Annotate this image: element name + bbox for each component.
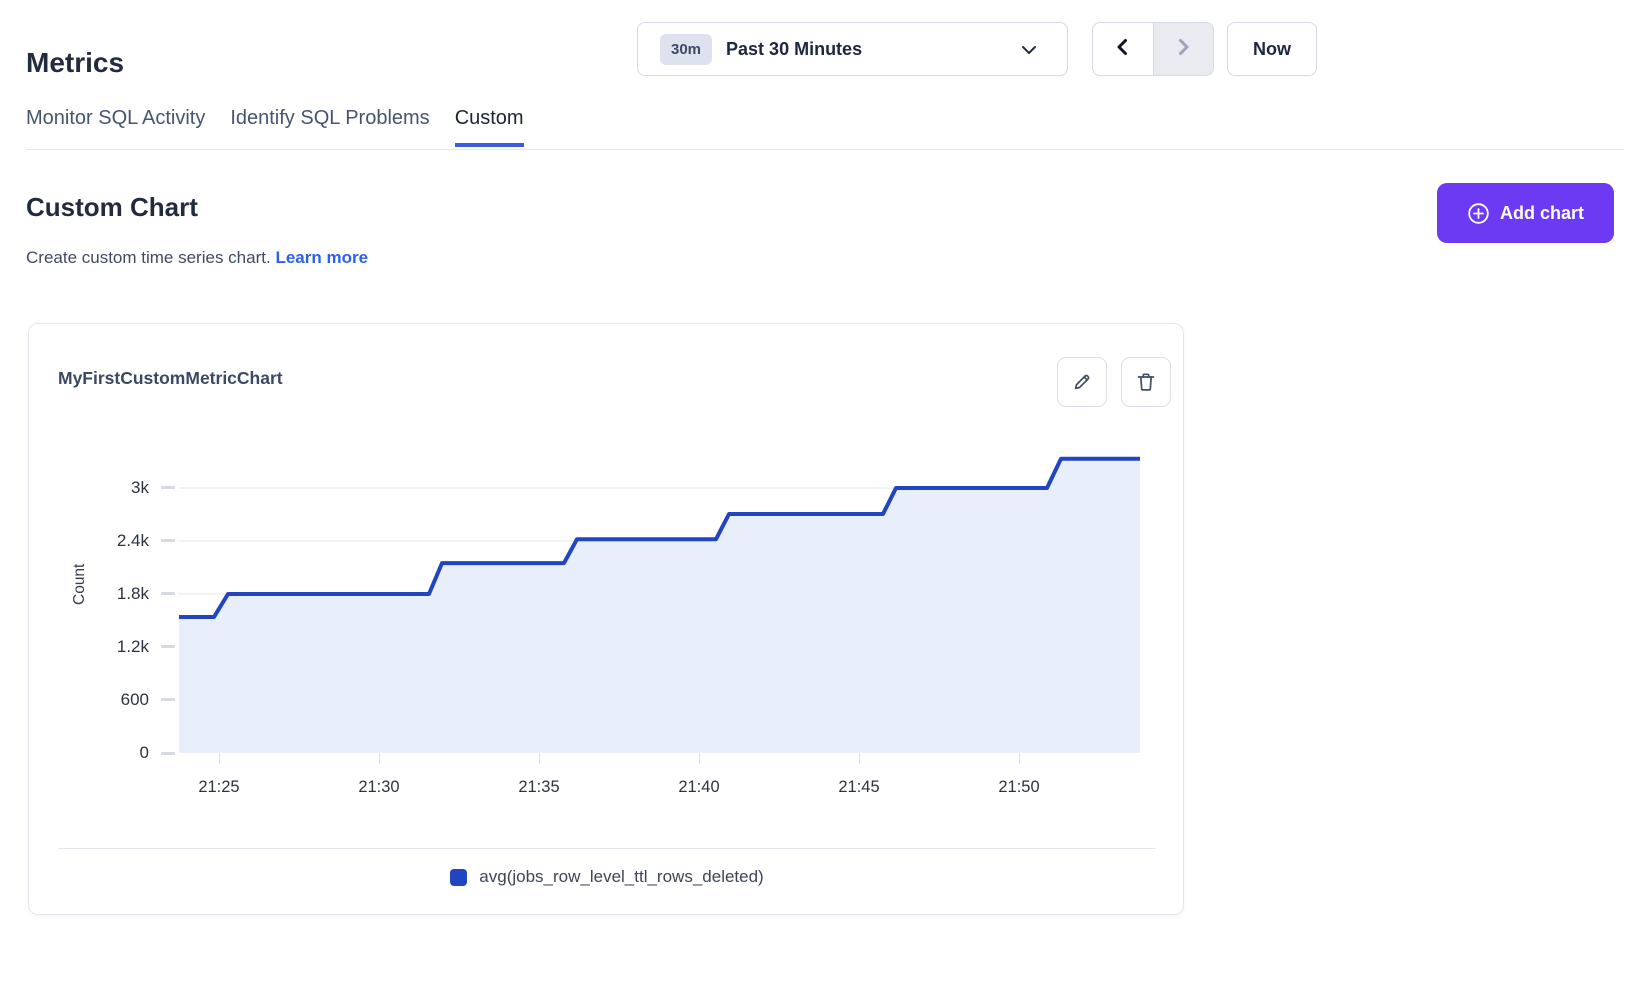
- x-tick-label: 21:35: [499, 778, 579, 797]
- x-tick-mark: [379, 753, 380, 764]
- x-tick-label: 21:30: [339, 778, 419, 797]
- x-tick-mark: [539, 753, 540, 764]
- chevron-down-icon: [1021, 43, 1037, 62]
- page-title: Metrics: [26, 47, 124, 79]
- add-chart-button[interactable]: Add chart: [1437, 183, 1614, 243]
- tabs-divider: [26, 149, 1624, 150]
- y-tick-label: 1.8k: [29, 584, 149, 604]
- x-tick-mark: [1019, 753, 1020, 764]
- tab-custom[interactable]: Custom: [455, 107, 524, 147]
- subtitle-text: Create custom time series chart.: [26, 248, 271, 267]
- time-range-label: Past 30 Minutes: [726, 39, 862, 60]
- tab-bar: Monitor SQL Activity Identify SQL Proble…: [26, 107, 524, 147]
- y-tick-label: 2.4k: [29, 531, 149, 551]
- x-tick-label: 21:25: [179, 778, 259, 797]
- x-tick-label: 21:45: [819, 778, 899, 797]
- trash-icon: [1135, 371, 1157, 393]
- chart-title: MyFirstCustomMetricChart: [58, 368, 283, 389]
- chart-plot-area: Count 06001.2k1.8k2.4k3k21:2521:3021:352…: [29, 431, 1185, 791]
- card-divider: [58, 848, 1156, 849]
- y-tick-mark: [161, 698, 175, 701]
- legend-swatch: [450, 869, 467, 886]
- add-chart-label: Add chart: [1500, 203, 1584, 224]
- custom-chart-card: MyFirstCustomMetricChart Count 06001.2k1…: [28, 323, 1184, 915]
- legend-label: avg(jobs_row_level_ttl_rows_deleted): [479, 867, 763, 887]
- plus-circle-icon: [1467, 202, 1490, 225]
- y-tick-mark: [161, 486, 175, 489]
- chart-legend: avg(jobs_row_level_ttl_rows_deleted): [29, 867, 1185, 887]
- x-tick-mark: [219, 753, 220, 764]
- now-button[interactable]: Now: [1227, 22, 1317, 76]
- y-tick-label: 3k: [29, 478, 149, 498]
- edit-chart-button[interactable]: [1057, 357, 1107, 407]
- y-tick-mark: [161, 752, 175, 755]
- pencil-icon: [1071, 371, 1093, 393]
- section-subtitle: Create custom time series chart. Learn m…: [26, 248, 368, 268]
- y-tick-mark: [161, 539, 175, 542]
- delete-chart-button[interactable]: [1121, 357, 1171, 407]
- tab-identify-sql-problems[interactable]: Identify SQL Problems: [230, 107, 429, 147]
- chevron-right-icon: [1173, 37, 1193, 62]
- tab-monitor-sql-activity[interactable]: Monitor SQL Activity: [26, 107, 205, 147]
- x-tick-mark: [859, 753, 860, 764]
- time-series-plot: [179, 431, 1140, 753]
- section-title: Custom Chart: [26, 192, 198, 223]
- y-tick-label: 600: [29, 690, 149, 710]
- y-tick-mark: [161, 645, 175, 648]
- x-tick-label: 21:40: [659, 778, 739, 797]
- x-tick-mark: [699, 753, 700, 764]
- y-tick-mark: [161, 592, 175, 595]
- learn-more-link[interactable]: Learn more: [275, 248, 368, 267]
- prev-time-button[interactable]: [1093, 23, 1153, 75]
- time-pager: [1092, 22, 1214, 76]
- y-tick-label: 0: [29, 743, 149, 763]
- next-time-button[interactable]: [1153, 23, 1214, 75]
- time-range-badge: 30m: [660, 34, 712, 65]
- chevron-left-icon: [1113, 37, 1133, 62]
- time-range-select[interactable]: 30m Past 30 Minutes: [637, 22, 1068, 76]
- y-tick-label: 1.2k: [29, 637, 149, 657]
- x-tick-label: 21:50: [979, 778, 1059, 797]
